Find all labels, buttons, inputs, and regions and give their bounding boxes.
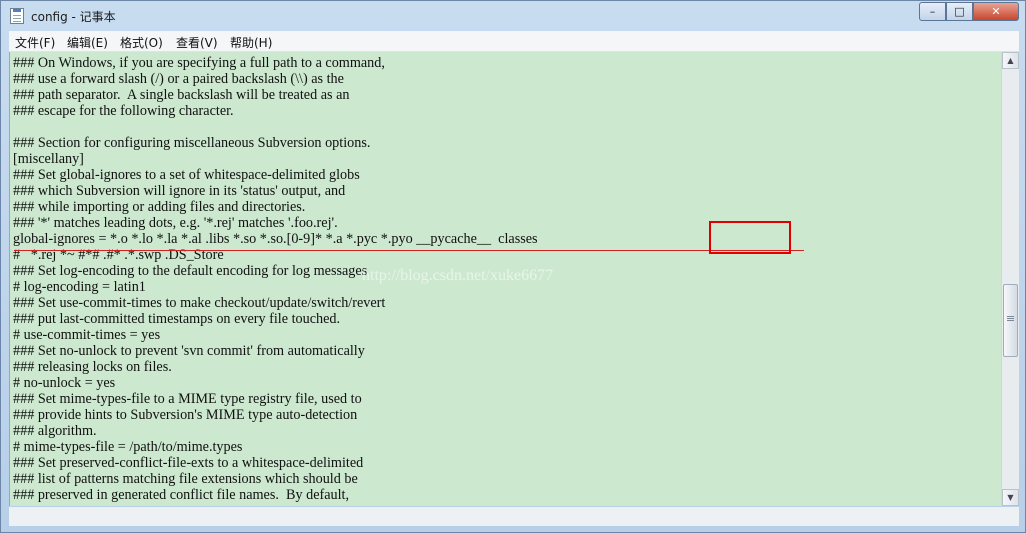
menu-edit[interactable]: 编辑(E) [67,34,108,51]
menu-format[interactable]: 格式(O) [120,34,163,51]
text-line: ### path separator. A single backslash w… [13,87,350,103]
menu-file[interactable]: 文件(F) [15,34,55,51]
close-button[interactable]: ✕ [973,2,1019,21]
text-line: global-ignores = *.o *.lo *.la *.al .lib… [13,231,538,247]
text-line: ### Set mime-types-file to a MIME type r… [13,391,362,407]
text-line: ### On Windows, if you are specifying a … [13,55,385,71]
annotation-highlight-box [709,221,791,254]
text-line: ### '*' matches leading dots, e.g. '*.re… [13,215,338,231]
menu-bar: 文件(F) 编辑(E) 格式(O) 查看(V) 帮助(H) [9,31,1019,52]
notepad-window: config - 记事本 – □ ✕ 文件(F) 编辑(E) 格式(O) 查看(… [0,0,1026,533]
text-line: ### Section for configuring miscellaneou… [13,135,371,151]
text-line: [miscellany] [13,151,84,167]
title-bar[interactable]: config - 记事本 – □ ✕ [1,1,1025,31]
text-line: ### escape for the following character. [13,103,234,119]
menu-help[interactable]: 帮助(H) [230,34,272,51]
menu-view[interactable]: 查看(V) [176,34,218,51]
text-line: ### use a forward slash (/) or a paired … [13,71,344,87]
text-line: ### which Subversion will ignore in its … [13,183,346,199]
text-line: ### algorithm. [13,423,97,439]
text-line: ### provide hints to Subversion's MIME t… [13,407,358,423]
minimize-button[interactable]: – [919,2,946,21]
window-bottom-frame [9,507,1019,526]
text-line: ### preserved in generated conflict file… [13,487,350,503]
text-line: ### while importing or adding files and … [13,199,306,215]
vertical-scrollbar[interactable]: ▲ ▼ [1001,52,1019,506]
scroll-up-arrow-icon[interactable]: ▲ [1002,52,1019,69]
scroll-thumb[interactable] [1003,284,1018,357]
scroll-down-arrow-icon[interactable]: ▼ [1002,489,1019,506]
text-line: # no-unlock = yes [13,375,116,391]
text-line: # log-encoding = latin1 [13,279,146,295]
watermark-text: http://blog.csdn.net/xuke6677 [362,267,554,284]
text-line: ### Set no-unlock to prevent 'svn commit… [13,343,365,359]
text-line: ### Set log-encoding to the default enco… [13,263,368,279]
annotation-underline [14,250,804,251]
text-line: ### Set use-commit-times to make checkou… [13,295,386,311]
text-line: ### Set global-ignores to a set of white… [13,167,360,183]
notepad-icon[interactable] [10,8,24,24]
maximize-button[interactable]: □ [946,2,973,21]
text-line: # use-commit-times = yes [13,327,161,343]
text-line: ### put last-committed timestamps on eve… [13,311,341,327]
text-line: ### releasing locks on files. [13,359,172,375]
text-line: ### list of patterns matching file exten… [13,471,358,487]
text-editor[interactable]: ### On Windows, if you are specifying a … [9,52,1001,506]
window-title: config - 记事本 [31,10,116,24]
text-line: ### Set preserved-conflict-file-exts to … [13,455,364,471]
text-line: # mime-types-file = /path/to/mime.types [13,439,243,455]
